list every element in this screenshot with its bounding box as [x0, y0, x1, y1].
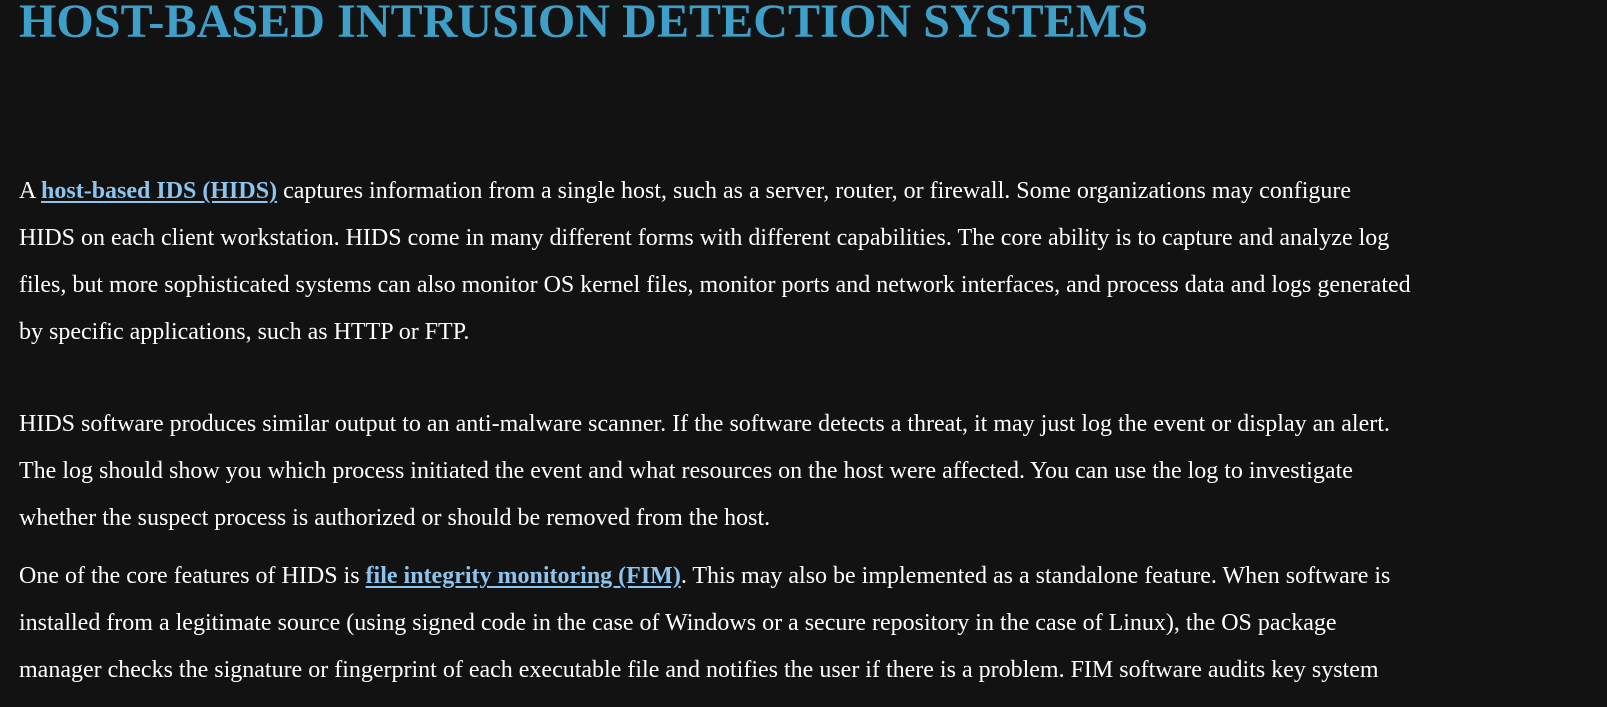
link-host-based-ids[interactable]: host-based IDS (HIDS): [41, 178, 277, 204]
page-title: HOST-BASED INTRUSION DETECTION SYSTEMS: [19, 0, 1149, 48]
document-page: HOST-BASED INTRUSION DETECTION SYSTEMS A…: [0, 0, 1607, 707]
paragraph-line: One of the core features of HIDS is file…: [19, 553, 1594, 600]
text-prefix: One of the core features of HIDS is: [19, 563, 366, 589]
text-prefix: A: [19, 178, 42, 204]
paragraph-line: The log should show you which process in…: [19, 458, 1353, 484]
paragraph-line: HIDS software produces similar output to…: [19, 411, 1390, 437]
paragraph-line: installed from a legitimate source (usin…: [19, 610, 1337, 636]
paragraph-line: A host-based IDS (HIDS) captures informa…: [19, 168, 1594, 215]
paragraph-hids-intro: A host-based IDS (HIDS) captures informa…: [19, 168, 1594, 356]
paragraph-line: manager checks the signature or fingerpr…: [19, 657, 1379, 683]
link-file-integrity-monitoring[interactable]: file integrity monitoring (FIM): [366, 563, 681, 589]
text-rest: captures information from a single host,…: [277, 178, 1352, 204]
paragraph-fim: One of the core features of HIDS is file…: [19, 553, 1594, 694]
paragraph-line: whether the suspect process is authorize…: [19, 505, 771, 531]
paragraph-line: by specific applications, such as HTTP o…: [19, 319, 470, 345]
paragraph-line: files, but more sophisticated systems ca…: [19, 272, 1411, 298]
paragraph-line: HIDS on each client workstation. HIDS co…: [19, 225, 1390, 251]
paragraph-hids-output: HIDS software produces similar output to…: [19, 401, 1594, 542]
text-rest: . This may also be implemented as a stan…: [680, 563, 1391, 589]
